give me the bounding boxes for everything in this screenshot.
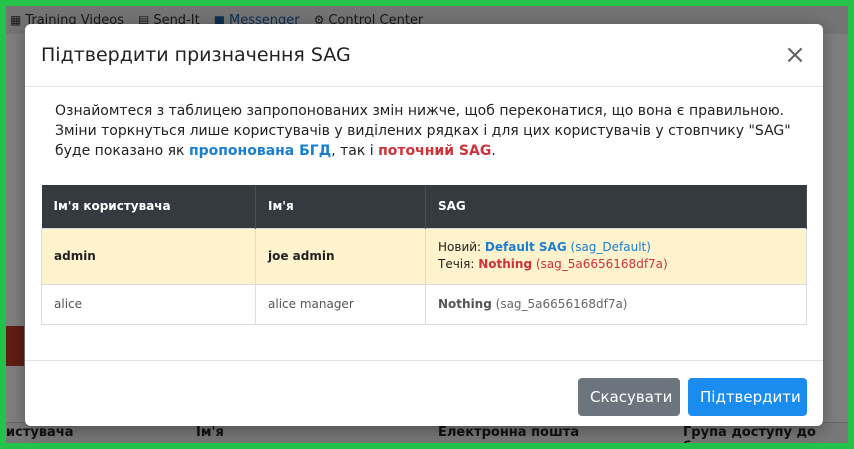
intro-text: Ознайомтеся з таблицею запропонованих зм…	[41, 101, 807, 161]
sag-current-line: Течія: Nothing (sag_5a6656168df7a)	[438, 256, 794, 273]
cancel-button[interactable]: Скасувати	[578, 378, 680, 416]
cell-username: admin	[41, 227, 256, 285]
cell-username: alice	[41, 283, 256, 325]
intro-part2: , так і	[331, 143, 379, 159]
new-sag: Default SAG	[484, 240, 567, 254]
col-sag: SAG	[425, 185, 807, 228]
table-header-row: Ім'я користувача Ім'я SAG	[41, 185, 807, 228]
close-icon[interactable]: ×	[783, 42, 807, 68]
cell-sag: Новий: Default SAG (sag_Default) Течія: …	[425, 227, 807, 285]
col-name: Ім'я	[255, 185, 426, 228]
intro-part3: .	[491, 143, 496, 159]
new-label: Новий:	[438, 240, 485, 254]
sag-new-line: Новий: Default SAG (sag_Default)	[438, 239, 794, 256]
current-sag: Nothing	[478, 257, 533, 271]
modal-header: Підтвердити призначення SAG ×	[25, 24, 823, 87]
confirm-sag-modal: Підтвердити призначення SAG × Ознайомтес…	[25, 24, 823, 426]
assignment-table: Ім'я користувача Ім'я SAG admin joe admi…	[41, 185, 807, 325]
cell-name: alice manager	[255, 283, 426, 325]
modal-title: Підтвердити призначення SAG	[41, 44, 351, 66]
cell-sag: Nothing (sag_5a6656168df7a)	[425, 283, 807, 325]
sag-value: Nothing	[438, 297, 492, 311]
cell-name: joe admin	[255, 227, 426, 285]
table-row: alice alice manager Nothing (sag_5a66561…	[41, 283, 807, 325]
modal-footer: Скасувати Підтвердити	[25, 360, 823, 426]
intro-proposed-label: пропонована БГД	[188, 143, 332, 159]
confirm-button[interactable]: Підтвердити	[688, 378, 807, 416]
col-username: Ім'я користувача	[41, 185, 256, 228]
new-sag-id: (sag_Default)	[570, 240, 651, 254]
intro-current-label: поточний SAG	[378, 143, 492, 159]
modal-body: Ознайомтеся з таблицею запропонованих зм…	[25, 87, 823, 325]
current-label: Течія:	[438, 257, 479, 271]
app-frame: ▦Training Videos ▤Send-It ■Messenger ⚙Co…	[6, 6, 848, 443]
table-row: admin joe admin Новий: Default SAG (sag_…	[41, 227, 807, 285]
sag-id: (sag_5a6656168df7a)	[495, 297, 628, 311]
current-sag-id: (sag_5a6656168df7a)	[535, 257, 668, 271]
